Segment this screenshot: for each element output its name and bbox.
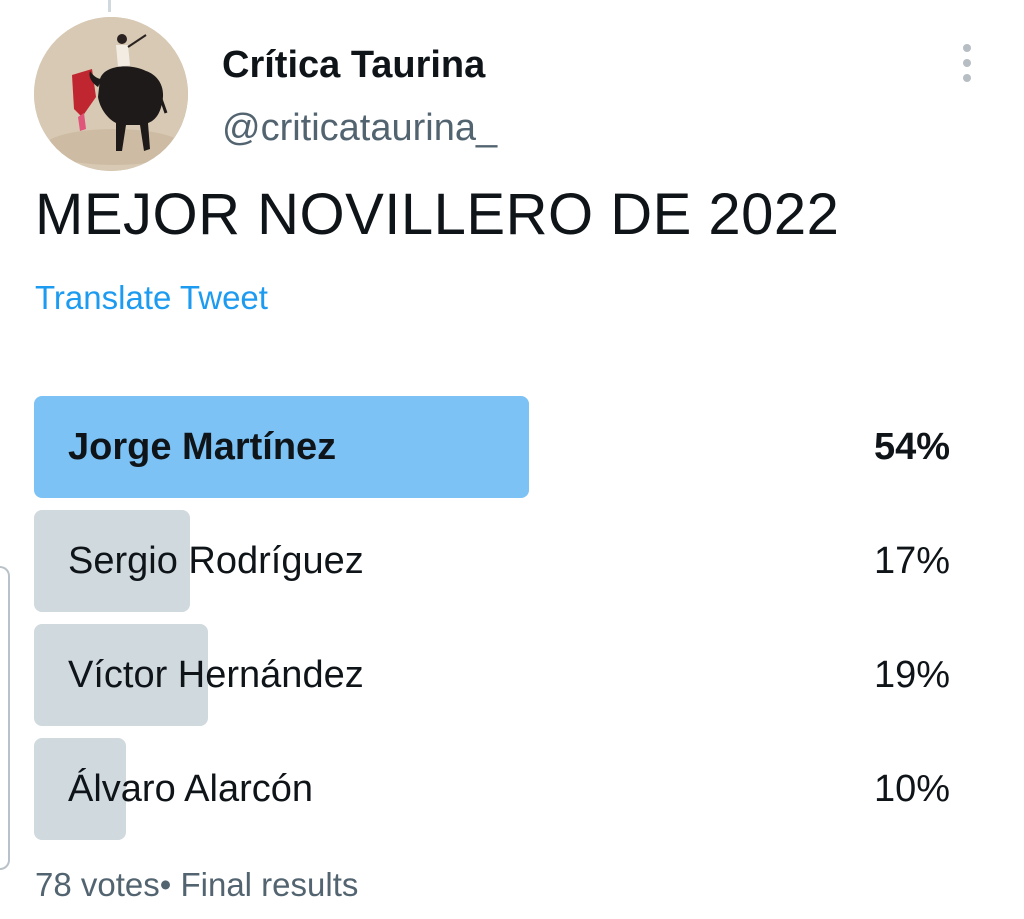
poll-option-percent: 17%	[873, 540, 950, 582]
scroll-indicator	[0, 566, 10, 870]
poll-status: Final results	[180, 866, 359, 903]
poll-option-percent: 10%	[873, 768, 950, 810]
more-dot-icon	[963, 59, 971, 67]
avatar[interactable]	[34, 17, 188, 171]
poll-vote-count: 78 votes	[35, 866, 160, 903]
more-options-button[interactable]	[950, 40, 984, 86]
poll-option: Jorge Martínez 54%	[34, 396, 950, 498]
poll-option: Sergio Rodríguez 17%	[34, 510, 950, 612]
thread-connector-line	[108, 0, 111, 12]
poll-option-label: Álvaro Alarcón	[68, 768, 314, 810]
poll-separator: •	[159, 866, 172, 903]
poll-option: Víctor Hernández 19%	[34, 624, 950, 726]
poll-option-percent: 19%	[873, 654, 950, 696]
more-dot-icon	[963, 74, 971, 82]
poll-footer: 78 votes• Final results	[35, 864, 358, 906]
author-display-name[interactable]: Crítica Taurina	[222, 42, 485, 88]
poll-option: Álvaro Alarcón 10%	[34, 738, 950, 840]
bullfighter-photo-icon	[34, 17, 188, 171]
more-dot-icon	[963, 44, 971, 52]
translate-tweet-link[interactable]: Translate Tweet	[35, 278, 268, 318]
poll-option-label: Jorge Martínez	[68, 426, 337, 468]
poll-option-label: Sergio Rodríguez	[68, 540, 364, 582]
author-handle[interactable]: @criticataurina_	[222, 105, 497, 151]
poll-option-label: Víctor Hernández	[68, 654, 364, 696]
tweet-text: MEJOR NOVILLERO DE 2022	[35, 182, 840, 247]
poll-option-percent: 54%	[873, 426, 950, 468]
